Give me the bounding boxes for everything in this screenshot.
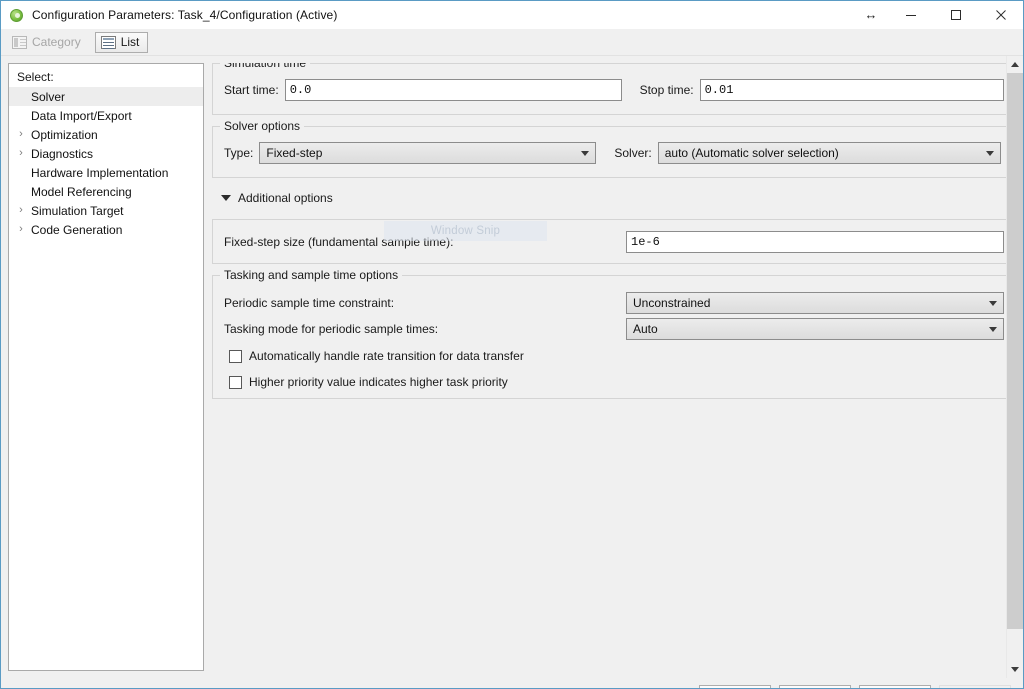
tasking-mode-label: Tasking mode for periodic sample times: <box>224 322 439 336</box>
simulation-time-legend: Simulation time <box>220 63 311 70</box>
periodic-sample-time-value: Unconstrained <box>633 296 711 310</box>
additional-options-toggle[interactable]: Additional options <box>221 189 1016 207</box>
periodic-sample-time-label: Periodic sample time constraint: <box>224 296 395 310</box>
sidebar-item-diagnostics[interactable]: › Diagnostics <box>9 144 203 163</box>
tasking-mode-row: Tasking mode for periodic sample times: … <box>224 318 1004 340</box>
stop-time-label: Stop time: <box>639 83 694 97</box>
sidebar-item-hardware-implementation[interactable]: Hardware Implementation <box>9 163 203 182</box>
triangle-down-icon <box>221 195 231 201</box>
chevron-right-icon[interactable]: › <box>13 148 29 159</box>
sidebar-item-data-import-export[interactable]: Data Import/Export <box>9 106 203 125</box>
periodic-sample-time-dropdown[interactable]: Unconstrained <box>626 292 1004 314</box>
sidebar-item-solver[interactable]: Solver <box>9 87 203 106</box>
chevron-right-icon[interactable]: › <box>13 224 29 235</box>
maximize-icon[interactable] <box>933 1 978 29</box>
scrollbar-thumb[interactable] <box>1007 73 1023 629</box>
chevron-right-icon[interactable]: › <box>13 205 29 216</box>
sidebar-item-label: Model Referencing <box>31 184 132 199</box>
chevron-down-icon <box>983 301 1003 306</box>
auto-rate-transition-label: Automatically handle rate transition for… <box>249 349 524 363</box>
dialog-footer: ? OK Cancel Help Apply <box>1 678 1023 688</box>
sidebar-item-label: Diagnostics <box>31 146 94 161</box>
ok-button[interactable]: OK <box>699 685 771 688</box>
help-button[interactable]: Help <box>859 685 931 688</box>
sidebar-item-model-referencing[interactable]: Model Referencing <box>9 182 203 201</box>
scroll-up-button[interactable] <box>1007 56 1023 73</box>
solver-options-row: Type: Fixed-step Solver: auto (Automatic… <box>224 142 1004 164</box>
simulink-icon <box>9 7 25 23</box>
solver-options-legend: Solver options <box>220 119 305 133</box>
periodic-sample-time-row: Periodic sample time constraint: Unconst… <box>224 292 1004 314</box>
tasking-options-group: Tasking and sample time options Periodic… <box>212 268 1016 399</box>
tasking-options-legend: Tasking and sample time options <box>220 268 403 282</box>
solver-type-label: Type: <box>224 146 254 160</box>
list-view-label: List <box>120 35 140 49</box>
auto-rate-transition-row[interactable]: Automatically handle rate transition for… <box>224 346 1004 366</box>
apply-button: Apply <box>939 685 1011 688</box>
cancel-button[interactable]: Cancel <box>779 685 851 688</box>
sidebar-item-label: Data Import/Export <box>31 108 132 123</box>
solver-settings-pane: Simulation time Start time: Stop time: S… <box>212 63 1016 671</box>
sidebar-item-label: Code Generation <box>31 222 123 237</box>
start-time-input[interactable] <box>284 79 622 101</box>
solver-label: Solver: <box>614 146 652 160</box>
solver-options-group: Solver options Type: Fixed-step Solver: … <box>212 119 1016 178</box>
solver-type-value: Fixed-step <box>266 146 323 160</box>
sidebar-item-code-generation[interactable]: › Code Generation <box>9 220 203 239</box>
higher-priority-label: Higher priority value indicates higher t… <box>249 375 508 389</box>
simulation-time-row: Start time: Stop time: <box>224 79 1004 101</box>
start-time-label: Start time: <box>224 83 279 97</box>
solver-value: auto (Automatic solver selection) <box>664 146 839 160</box>
dialog-body: Select: Solver Data Import/Export › Opti… <box>1 56 1023 678</box>
view-toolbar: Category List <box>1 29 1023 56</box>
minimize-icon[interactable] <box>888 1 933 29</box>
auto-rate-transition-checkbox[interactable] <box>229 349 242 363</box>
category-icon <box>12 35 27 49</box>
sidebar-item-label: Simulation Target <box>31 203 124 218</box>
category-view-button[interactable]: Category <box>6 32 90 53</box>
stop-time-input[interactable] <box>699 79 1004 101</box>
fixed-step-size-input[interactable] <box>626 231 1004 253</box>
tasking-mode-dropdown[interactable]: Auto <box>626 318 1004 340</box>
fixed-step-size-label: Fixed-step size (fundamental sample time… <box>224 235 454 249</box>
sidebar-item-simulation-target[interactable]: › Simulation Target <box>9 201 203 220</box>
title-bar: Configuration Parameters: Task_4/Configu… <box>1 1 1023 29</box>
list-view-button[interactable]: List <box>94 31 149 53</box>
settings-tree-panel: Select: Solver Data Import/Export › Opti… <box>8 63 204 671</box>
window-controls <box>888 1 1023 29</box>
tasking-mode-value: Auto <box>633 322 658 336</box>
solver-dropdown[interactable]: auto (Automatic solver selection) <box>657 142 1001 164</box>
category-view-label: Category <box>32 35 81 49</box>
vertical-scrollbar[interactable] <box>1006 56 1023 678</box>
fixed-step-row: Fixed-step size (fundamental sample time… <box>224 231 1004 253</box>
window-title: Configuration Parameters: Task_4/Configu… <box>32 7 338 22</box>
close-icon[interactable] <box>978 1 1023 29</box>
solver-type-dropdown[interactable]: Fixed-step <box>259 142 597 164</box>
scroll-down-button[interactable] <box>1007 661 1023 678</box>
chevron-down-icon <box>575 151 595 156</box>
sidebar-item-optimization[interactable]: › Optimization <box>9 125 203 144</box>
scrollbar-track[interactable] <box>1007 73 1023 661</box>
higher-priority-row[interactable]: Higher priority value indicates higher t… <box>224 372 1004 392</box>
sidebar-item-label: Optimization <box>31 127 98 142</box>
sidebar-item-label: Hardware Implementation <box>31 165 169 180</box>
list-icon <box>100 35 116 49</box>
select-heading: Select: <box>17 70 54 84</box>
higher-priority-checkbox[interactable] <box>229 375 242 389</box>
chevron-right-icon[interactable]: › <box>13 129 29 140</box>
chevron-down-icon <box>980 151 1000 156</box>
simulation-time-group: Simulation time Start time: Stop time: <box>212 63 1016 115</box>
sidebar-item-label: Solver <box>31 89 66 104</box>
additional-options-label: Additional options <box>238 191 333 205</box>
fixed-step-size-group: Fixed-step size (fundamental sample time… <box>212 219 1016 264</box>
chevron-down-icon <box>983 327 1003 332</box>
configuration-parameters-window: Configuration Parameters: Task_4/Configu… <box>0 0 1024 689</box>
horizontal-resize-cursor: ↔ <box>864 7 878 22</box>
